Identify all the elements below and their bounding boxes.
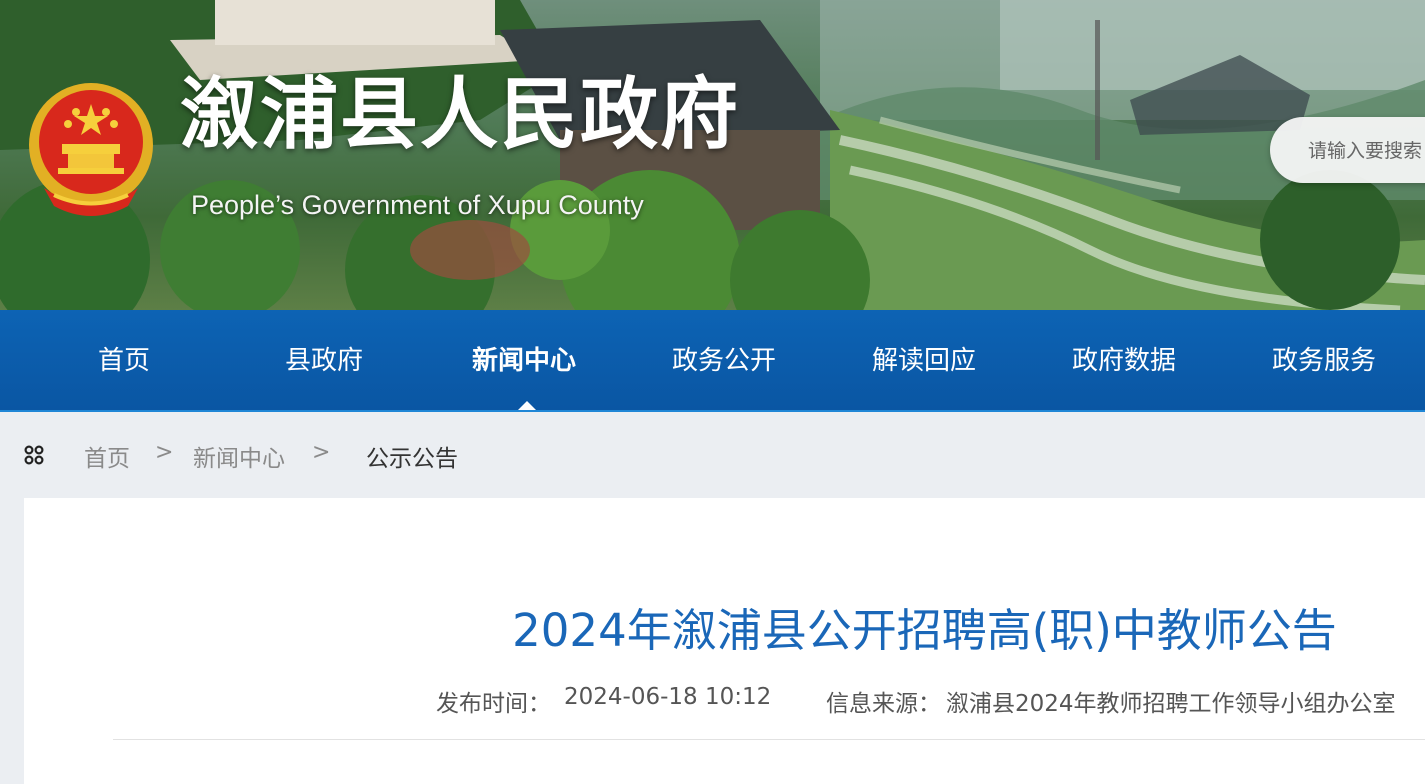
search-input[interactable]	[1306, 137, 1425, 165]
nav-item-news-center[interactable]: 新闻中心	[424, 310, 624, 410]
article-container: 2024年溆浦县公开招聘高(职)中教师公告 发布时间： 2024-06-18 1…	[24, 498, 1425, 784]
breadcrumb: 首页 > 新闻中心 > 公示公告	[0, 412, 1425, 498]
breadcrumb-current[interactable]: 公示公告	[366, 439, 458, 473]
nav-item-county-government[interactable]: 县政府	[224, 310, 424, 410]
nav-item-government-services[interactable]: 政务服务	[1224, 310, 1424, 410]
site-subtitle: People’s Government of Xupu County	[191, 190, 644, 220]
publish-time-value: 2024-06-18 10:12	[564, 684, 772, 710]
source-value: 溆浦县2024年教师招聘工作领导小组办公室	[946, 691, 1396, 717]
article-title: 2024年溆浦县公开招聘高(职)中教师公告	[512, 604, 1337, 657]
nav-item-home[interactable]: 首页	[24, 310, 224, 410]
site-title: 溆浦县人民政府	[180, 70, 741, 160]
main-nav: 首页 县政府 新闻中心 政务公开 解读回应 政府数据 政务服务	[0, 310, 1425, 412]
breadcrumb-separator: >	[312, 440, 331, 465]
meta-divider	[113, 739, 1425, 740]
breadcrumb-news-center[interactable]: 新闻中心	[193, 439, 285, 473]
publish-time-label: 发布时间：	[436, 691, 551, 717]
nav-item-interpretation-response[interactable]: 解读回应	[824, 310, 1024, 410]
nav-item-government-data[interactable]: 政府数据	[1024, 310, 1224, 410]
source-label: 信息来源：	[826, 691, 941, 717]
grid-icon	[24, 445, 44, 465]
search-box[interactable]	[1270, 117, 1425, 183]
nav-item-government-affairs-open[interactable]: 政务公开	[624, 310, 824, 410]
breadcrumb-home[interactable]: 首页	[84, 439, 130, 473]
national-emblem-icon	[29, 83, 153, 216]
header-banner: 溆浦县人民政府 People’s Government of Xupu Coun…	[0, 0, 1425, 310]
active-nav-caret-icon	[518, 401, 536, 410]
breadcrumb-separator: >	[155, 440, 174, 465]
